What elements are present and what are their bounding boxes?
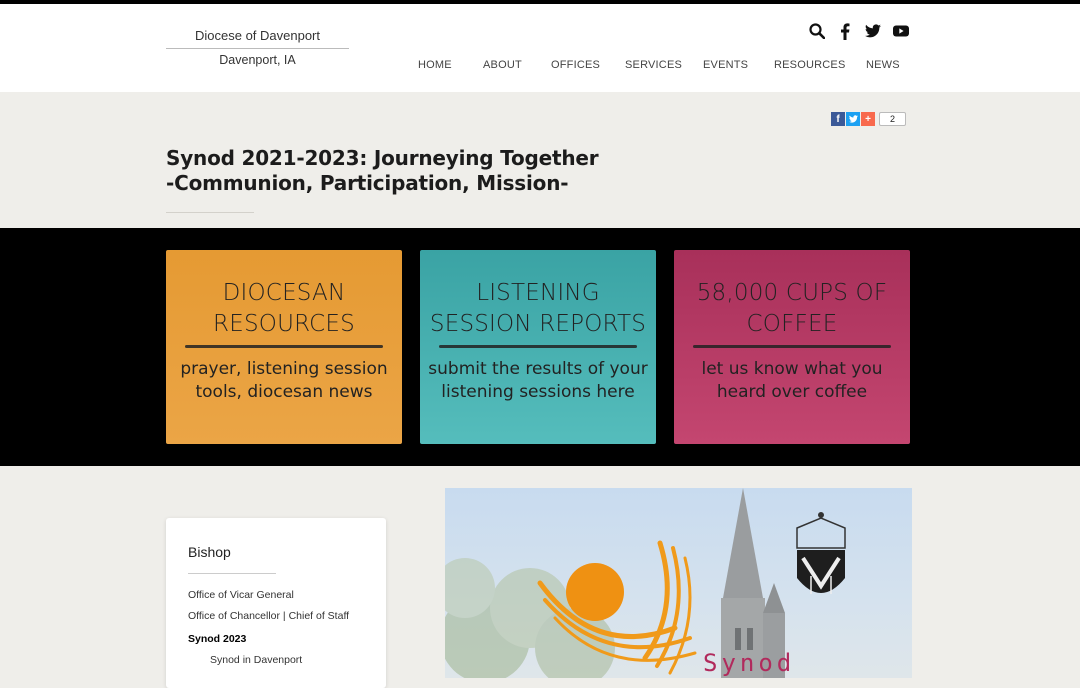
sidebar-item-vicar-general[interactable]: Office of Vicar General — [188, 589, 294, 601]
card-diocesan-resources[interactable]: DIOCESAN RESOURCES prayer, listening sess… — [166, 250, 402, 444]
header-icons — [808, 22, 910, 40]
sidebar-title[interactable]: Bishop — [188, 544, 231, 560]
share-twitter-icon[interactable] — [846, 112, 860, 126]
nav-news[interactable]: NEWS — [866, 59, 900, 71]
card-subtitle-line-1: submit the results of your — [428, 359, 648, 379]
card-subtitle-line-1: prayer, listening session — [180, 359, 388, 379]
card-heading-line-1: DIOCESAN — [222, 280, 346, 306]
twitter-icon[interactable] — [864, 22, 882, 40]
feature-illustration: Synod — [445, 488, 846, 678]
card-divider — [439, 345, 637, 348]
sidebar-item-synod-in-davenport[interactable]: Synod in Davenport — [210, 654, 302, 666]
nav-events[interactable]: EVENTS — [703, 59, 748, 71]
nav-services[interactable]: SERVICES — [625, 59, 682, 71]
site-name[interactable]: Diocese of Davenport — [166, 28, 349, 49]
card-subtitle-line-2: listening sessions here — [441, 382, 635, 402]
site-header: Diocese of Davenport Davenport, IA HOME … — [0, 4, 1080, 92]
card-divider — [693, 345, 891, 348]
card-subtitle-line-1: let us know what you — [701, 359, 883, 379]
sidebar-item-chancellor[interactable]: Office of Chancellor | Chief of Staff — [188, 610, 349, 622]
title-divider — [166, 212, 254, 213]
card-subtitle-line-2: tools, diocesan news — [195, 382, 373, 402]
nav-offices[interactable]: OFFICES — [551, 59, 600, 71]
page-title-line-2: -Communion, Participation, Mission- — [166, 171, 569, 195]
feature-word: Synod — [703, 649, 795, 677]
nav-resources[interactable]: RESOURCES — [774, 59, 845, 71]
sidebar-item-synod-2023[interactable]: Synod 2023 — [188, 633, 246, 645]
sidebar-divider — [188, 573, 276, 574]
card-divider — [185, 345, 383, 348]
synod-feature-image[interactable]: Synod — [445, 488, 912, 678]
card-heading-line-1: 58,000 CUPS OF — [696, 280, 888, 306]
card-cups-of-coffee[interactable]: 58,000 CUPS OF COFFEE let us know what yo… — [674, 250, 910, 444]
share-more-plus-icon[interactable]: + — [861, 112, 875, 126]
nav-home[interactable]: HOME — [418, 59, 452, 71]
share-bar: f + 2 — [831, 112, 906, 126]
card-heading-line-1: LISTENING — [476, 280, 600, 306]
nav-about[interactable]: ABOUT — [483, 59, 522, 71]
diocese-crest-icon — [796, 512, 846, 594]
share-count: 2 — [879, 112, 906, 126]
sidebar-menu: Bishop Office of Vicar General Office of… — [166, 518, 386, 688]
card-subtitle-line-2: heard over coffee — [716, 382, 868, 402]
card-heading-line-2: RESOURCES — [213, 311, 355, 337]
page-title-line-1: Synod 2021-2023: Journeying Together — [166, 146, 599, 170]
facebook-icon[interactable] — [836, 22, 854, 40]
page-title: Synod 2021-2023: Journeying Together -Co… — [166, 146, 599, 196]
card-listening-session-reports[interactable]: LISTENING SESSION REPORTS submit the resu… — [420, 250, 656, 444]
sun-shape — [566, 563, 624, 621]
card-heading-line-2: COFFEE — [746, 311, 838, 337]
youtube-icon[interactable] — [892, 22, 910, 40]
main-nav: HOME ABOUT OFFICES SERVICES EVENTS RESOU… — [0, 59, 1080, 79]
share-facebook-icon[interactable]: f — [831, 112, 845, 126]
search-icon[interactable] — [808, 22, 826, 40]
card-heading-line-2: SESSION REPORTS — [429, 311, 647, 337]
